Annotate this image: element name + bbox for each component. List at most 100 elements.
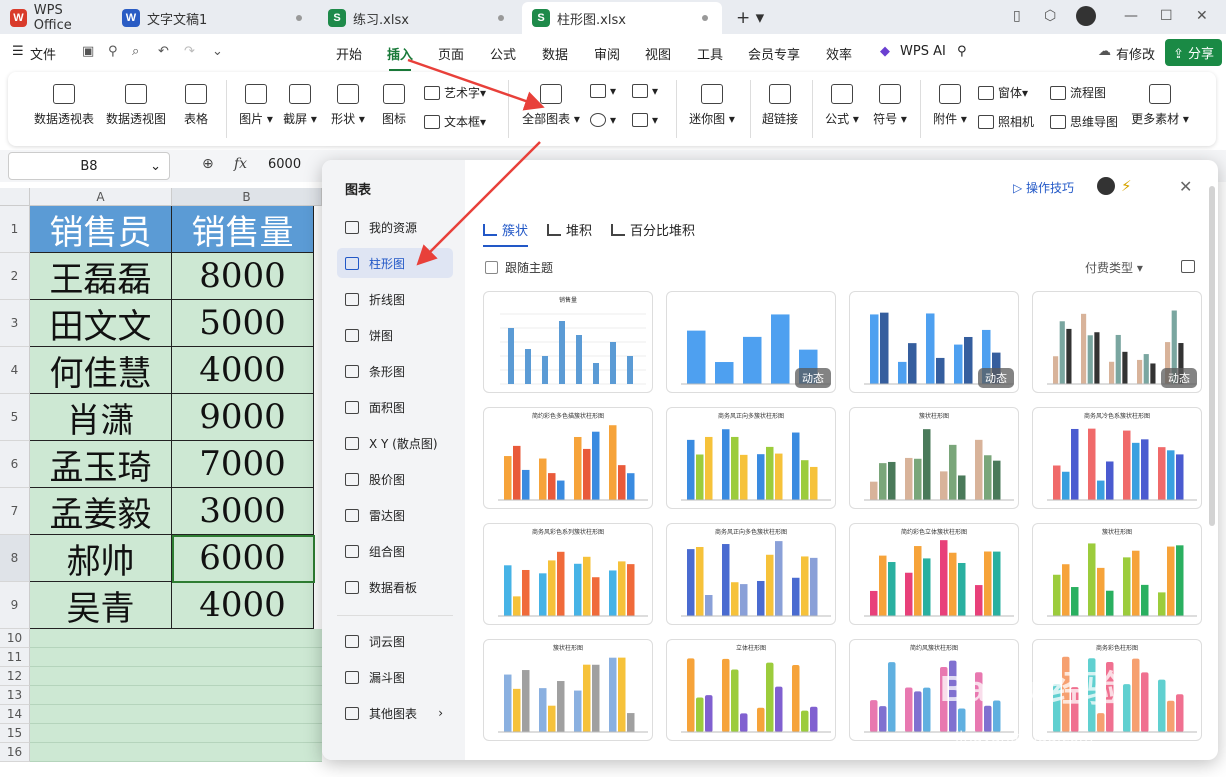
category-word-cloud[interactable]: 词云图 — [337, 626, 453, 656]
header-cell-sales[interactable]: 销售量 — [172, 206, 314, 253]
equation-button[interactable]: 公式 ▾ — [820, 84, 864, 127]
row-header[interactable]: 11 — [0, 648, 30, 667]
tab-bar-chart-xlsx[interactable]: S 柱形图.xlsx — [522, 2, 722, 34]
undo-icon[interactable]: ↶ — [158, 44, 169, 59]
tab-practice-xlsx[interactable]: S 练习.xlsx — [318, 2, 518, 34]
redo-icon[interactable]: ↷ — [184, 44, 195, 59]
column-chart-quick-button[interactable]: ▾ — [590, 84, 616, 98]
row-header[interactable]: 2 — [0, 253, 30, 300]
empty-row[interactable] — [30, 705, 322, 724]
hamburger-menu-icon[interactable]: ☰ — [12, 44, 24, 59]
line-chart-quick-button[interactable]: ▾ — [632, 84, 658, 98]
pivot-table-button[interactable]: 数据透视表 — [32, 84, 96, 127]
search-icon[interactable]: ⚲ — [957, 44, 967, 59]
salesperson-cell[interactable]: 孟姜毅 — [30, 488, 172, 535]
chart-template-card[interactable]: 简约彩色立体簇状柱形图 — [849, 523, 1019, 625]
menu-tools[interactable]: 工具 — [697, 44, 723, 63]
empty-row[interactable] — [30, 743, 322, 762]
cube-icon[interactable]: ⬡ — [1044, 8, 1056, 24]
camera-button[interactable]: 照相机 — [978, 113, 1034, 130]
tab-document-1[interactable]: W 文字文稿1 — [112, 2, 316, 34]
empty-row[interactable] — [30, 667, 322, 686]
row-header[interactable]: 12 — [0, 667, 30, 686]
sales-cell[interactable]: 7000 — [172, 441, 314, 488]
category-pie-chart[interactable]: 饼图 — [337, 320, 453, 350]
share-button[interactable]: ⇪ 分享 — [1165, 39, 1223, 66]
user-avatar[interactable] — [1097, 177, 1115, 195]
fx-icon[interactable]: fx — [234, 156, 247, 172]
file-menu[interactable]: 文件 — [30, 44, 56, 63]
flowchart-button[interactable]: 流程图 — [1050, 84, 1106, 101]
category-combo-chart[interactable]: 组合图 — [337, 536, 453, 566]
pay-type-dropdown[interactable]: 付费类型 ▾ — [1085, 259, 1143, 276]
empty-row[interactable] — [30, 724, 322, 743]
subtab-clustered[interactable]: 簇状 — [483, 220, 529, 247]
row-header[interactable]: 5 — [0, 394, 30, 441]
quick-access-dropdown-icon[interactable]: ⌄ — [212, 44, 223, 59]
row-header[interactable]: 6 — [0, 441, 30, 488]
row-header[interactable]: 1 — [0, 206, 30, 253]
row-header[interactable]: 3 — [0, 300, 30, 347]
user-avatar[interactable] — [1076, 6, 1096, 26]
all-charts-button[interactable]: 全部图表 ▾ — [516, 84, 586, 127]
empty-row[interactable] — [30, 648, 322, 667]
salesperson-cell[interactable]: 何佳慧 — [30, 347, 172, 394]
table-button[interactable]: 表格 — [176, 84, 216, 127]
category-other-charts[interactable]: 其他图表 › — [337, 698, 453, 728]
menu-data[interactable]: 数据 — [542, 44, 568, 63]
row-header[interactable]: 9 — [0, 582, 30, 629]
layout-icon[interactable]: ▯ — [1013, 8, 1021, 24]
pivot-chart-button[interactable]: 数据透视图 — [104, 84, 168, 127]
menu-formula[interactable]: 公式 — [490, 44, 516, 63]
template-scrollbar[interactable] — [1209, 186, 1215, 526]
shape-button[interactable]: 形状 ▾ — [328, 84, 368, 127]
category-xy-scatter-chart[interactable]: X Y (散点图) — [337, 428, 453, 458]
column-header-b[interactable]: B — [172, 188, 322, 206]
text-box-button[interactable]: 文本框 ▾ — [424, 113, 486, 130]
chart-template-card[interactable]: 商务风彩色系列簇状柱形图 — [483, 523, 653, 625]
spreadsheet-grid[interactable]: A B 1 2 3 4 5 6 7 8 9 10 11 12 13 14 15 16 销售员 销售量 王磊磊 8… — [0, 188, 322, 777]
screenshot-button[interactable]: 截屏 ▾ — [280, 84, 320, 127]
scatter-chart-quick-button[interactable]: ▾ — [632, 113, 658, 127]
chart-template-card[interactable]: 商务风正向多色簇状柱形图 — [666, 523, 836, 625]
tips-link[interactable]: ▷ 操作技巧 — [1013, 179, 1074, 196]
row-header[interactable]: 10 — [0, 629, 30, 648]
corner-select-all[interactable] — [0, 188, 30, 206]
zoom-search-icon[interactable]: ⊕ — [202, 156, 214, 172]
pie-chart-quick-button[interactable]: ▾ — [590, 113, 616, 127]
modified-status[interactable]: 有修改 — [1116, 44, 1155, 63]
category-bar-chart[interactable]: 条形图 — [337, 356, 453, 386]
sales-cell[interactable]: 4000 — [172, 347, 314, 394]
grid-view-icon[interactable] — [1181, 260, 1195, 273]
category-radar-chart[interactable]: 雷达图 — [337, 500, 453, 530]
icon-library-button[interactable]: 图标 — [376, 84, 412, 127]
salesperson-cell[interactable]: 吴青 — [30, 582, 172, 629]
minimize-icon[interactable]: — — [1124, 8, 1138, 24]
chart-template-card[interactable]: 动态 — [666, 291, 836, 393]
row-header[interactable]: 13 — [0, 686, 30, 705]
checkbox-box[interactable] — [485, 261, 498, 274]
row-header[interactable]: 8 — [0, 535, 30, 582]
row-header[interactable]: 4 — [0, 347, 30, 394]
sparkline-button[interactable]: 迷你图 ▾ — [684, 84, 740, 127]
row-header[interactable]: 7 — [0, 488, 30, 535]
wps-ai-button[interactable]: WPS AI — [900, 44, 946, 59]
more-materials-button[interactable]: 更多素材 ▾ — [1130, 84, 1190, 127]
chart-template-card[interactable]: 簇状柱形图 — [849, 407, 1019, 509]
maximize-icon[interactable]: ☐ — [1160, 8, 1173, 24]
close-icon[interactable]: ✕ — [1179, 177, 1192, 196]
menu-insert[interactable]: 插入 — [387, 44, 413, 71]
name-box[interactable]: B8 ⌄ — [8, 152, 170, 180]
row-header[interactable]: 15 — [0, 724, 30, 743]
salesperson-cell[interactable]: 肖潇 — [30, 394, 172, 441]
sales-cell[interactable]: 3000 — [172, 488, 314, 535]
print-preview-icon[interactable]: ⌕ — [132, 44, 139, 59]
menu-view[interactable]: 视图 — [645, 44, 671, 63]
menu-review[interactable]: 审阅 — [594, 44, 620, 63]
category-area-chart[interactable]: 面积图 — [337, 392, 453, 422]
header-cell-salesperson[interactable]: 销售员 — [30, 206, 172, 253]
chart-template-card[interactable]: 简约彩色多色描簇状柱形图 — [483, 407, 653, 509]
category-my-resources[interactable]: 我的资源 — [337, 212, 453, 242]
row-header[interactable]: 14 — [0, 705, 30, 724]
chart-template-card[interactable]: 立体柱形图 — [666, 639, 836, 741]
